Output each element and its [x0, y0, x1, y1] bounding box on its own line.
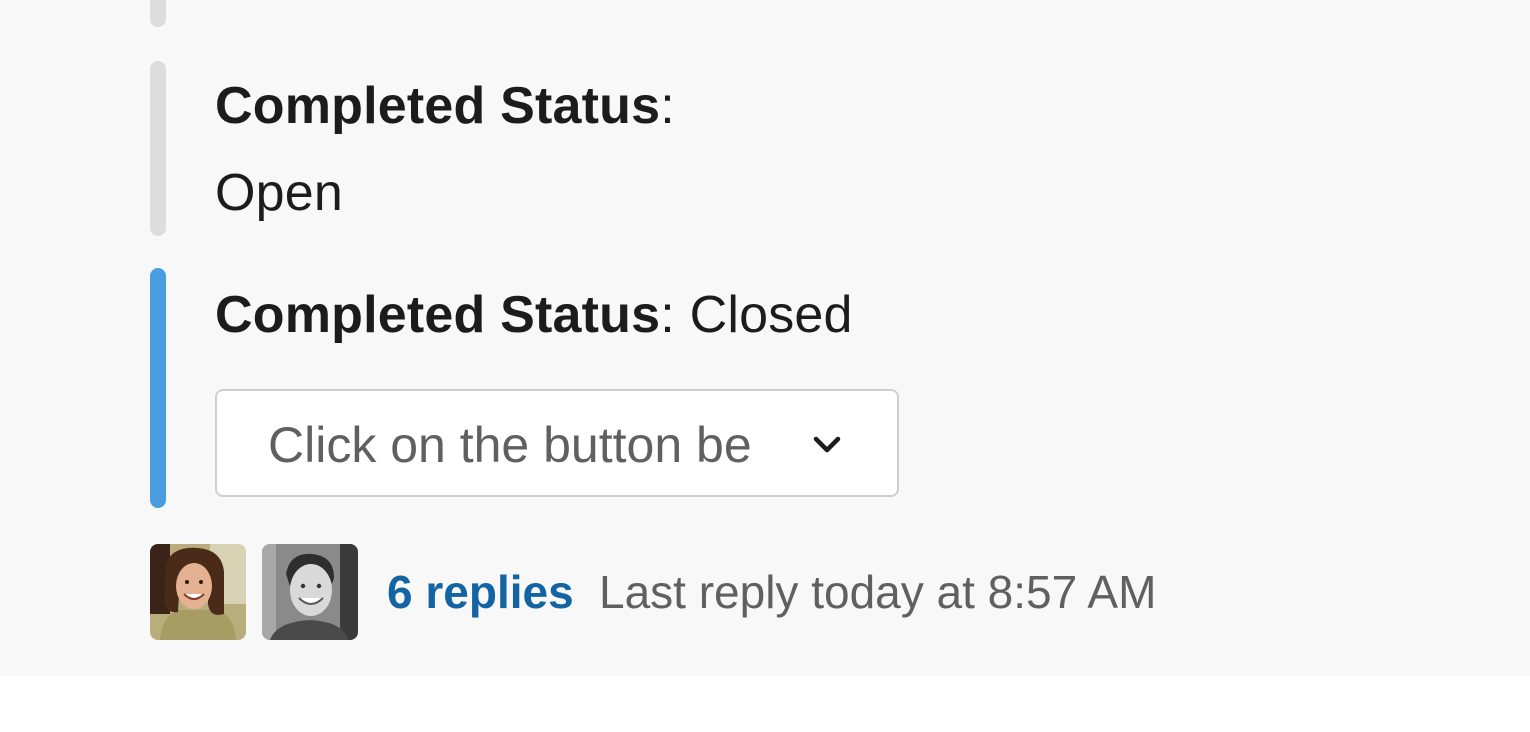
- field-title: Completed Status: [215, 77, 661, 135]
- field-value: Open: [215, 164, 344, 222]
- field-separator: :: [660, 77, 675, 135]
- field-title: Completed Status: [215, 286, 661, 344]
- attachment-border: [150, 0, 166, 27]
- attachment-border: [150, 61, 166, 236]
- last-reply-timestamp: Last reply today at 8:57 AM: [599, 566, 1157, 618]
- field-separator: :: [660, 286, 675, 344]
- select-placeholder: Click on the button be: [268, 417, 752, 473]
- avatar[interactable]: [150, 544, 246, 640]
- message-panel: caitlin369 Completed Status: Open Comple…: [0, 0, 1530, 676]
- avatar[interactable]: [262, 544, 358, 640]
- attachment-accent-border: [150, 268, 166, 508]
- attachment-content: caitlin369: [215, 0, 437, 2]
- action-select-dropdown[interactable]: Click on the button be: [215, 389, 899, 497]
- user-photo-icon: [262, 544, 358, 640]
- replies-count-link[interactable]: 6 replies: [387, 564, 574, 620]
- field-value: Closed: [674, 286, 853, 344]
- chevron-down-icon: [813, 436, 841, 453]
- field-title-row: Completed Status:: [215, 76, 675, 136]
- field-value-fragment: caitlin369: [215, 0, 437, 2]
- field-row: Completed Status: Closed: [215, 285, 853, 345]
- user-photo-icon: [150, 544, 246, 640]
